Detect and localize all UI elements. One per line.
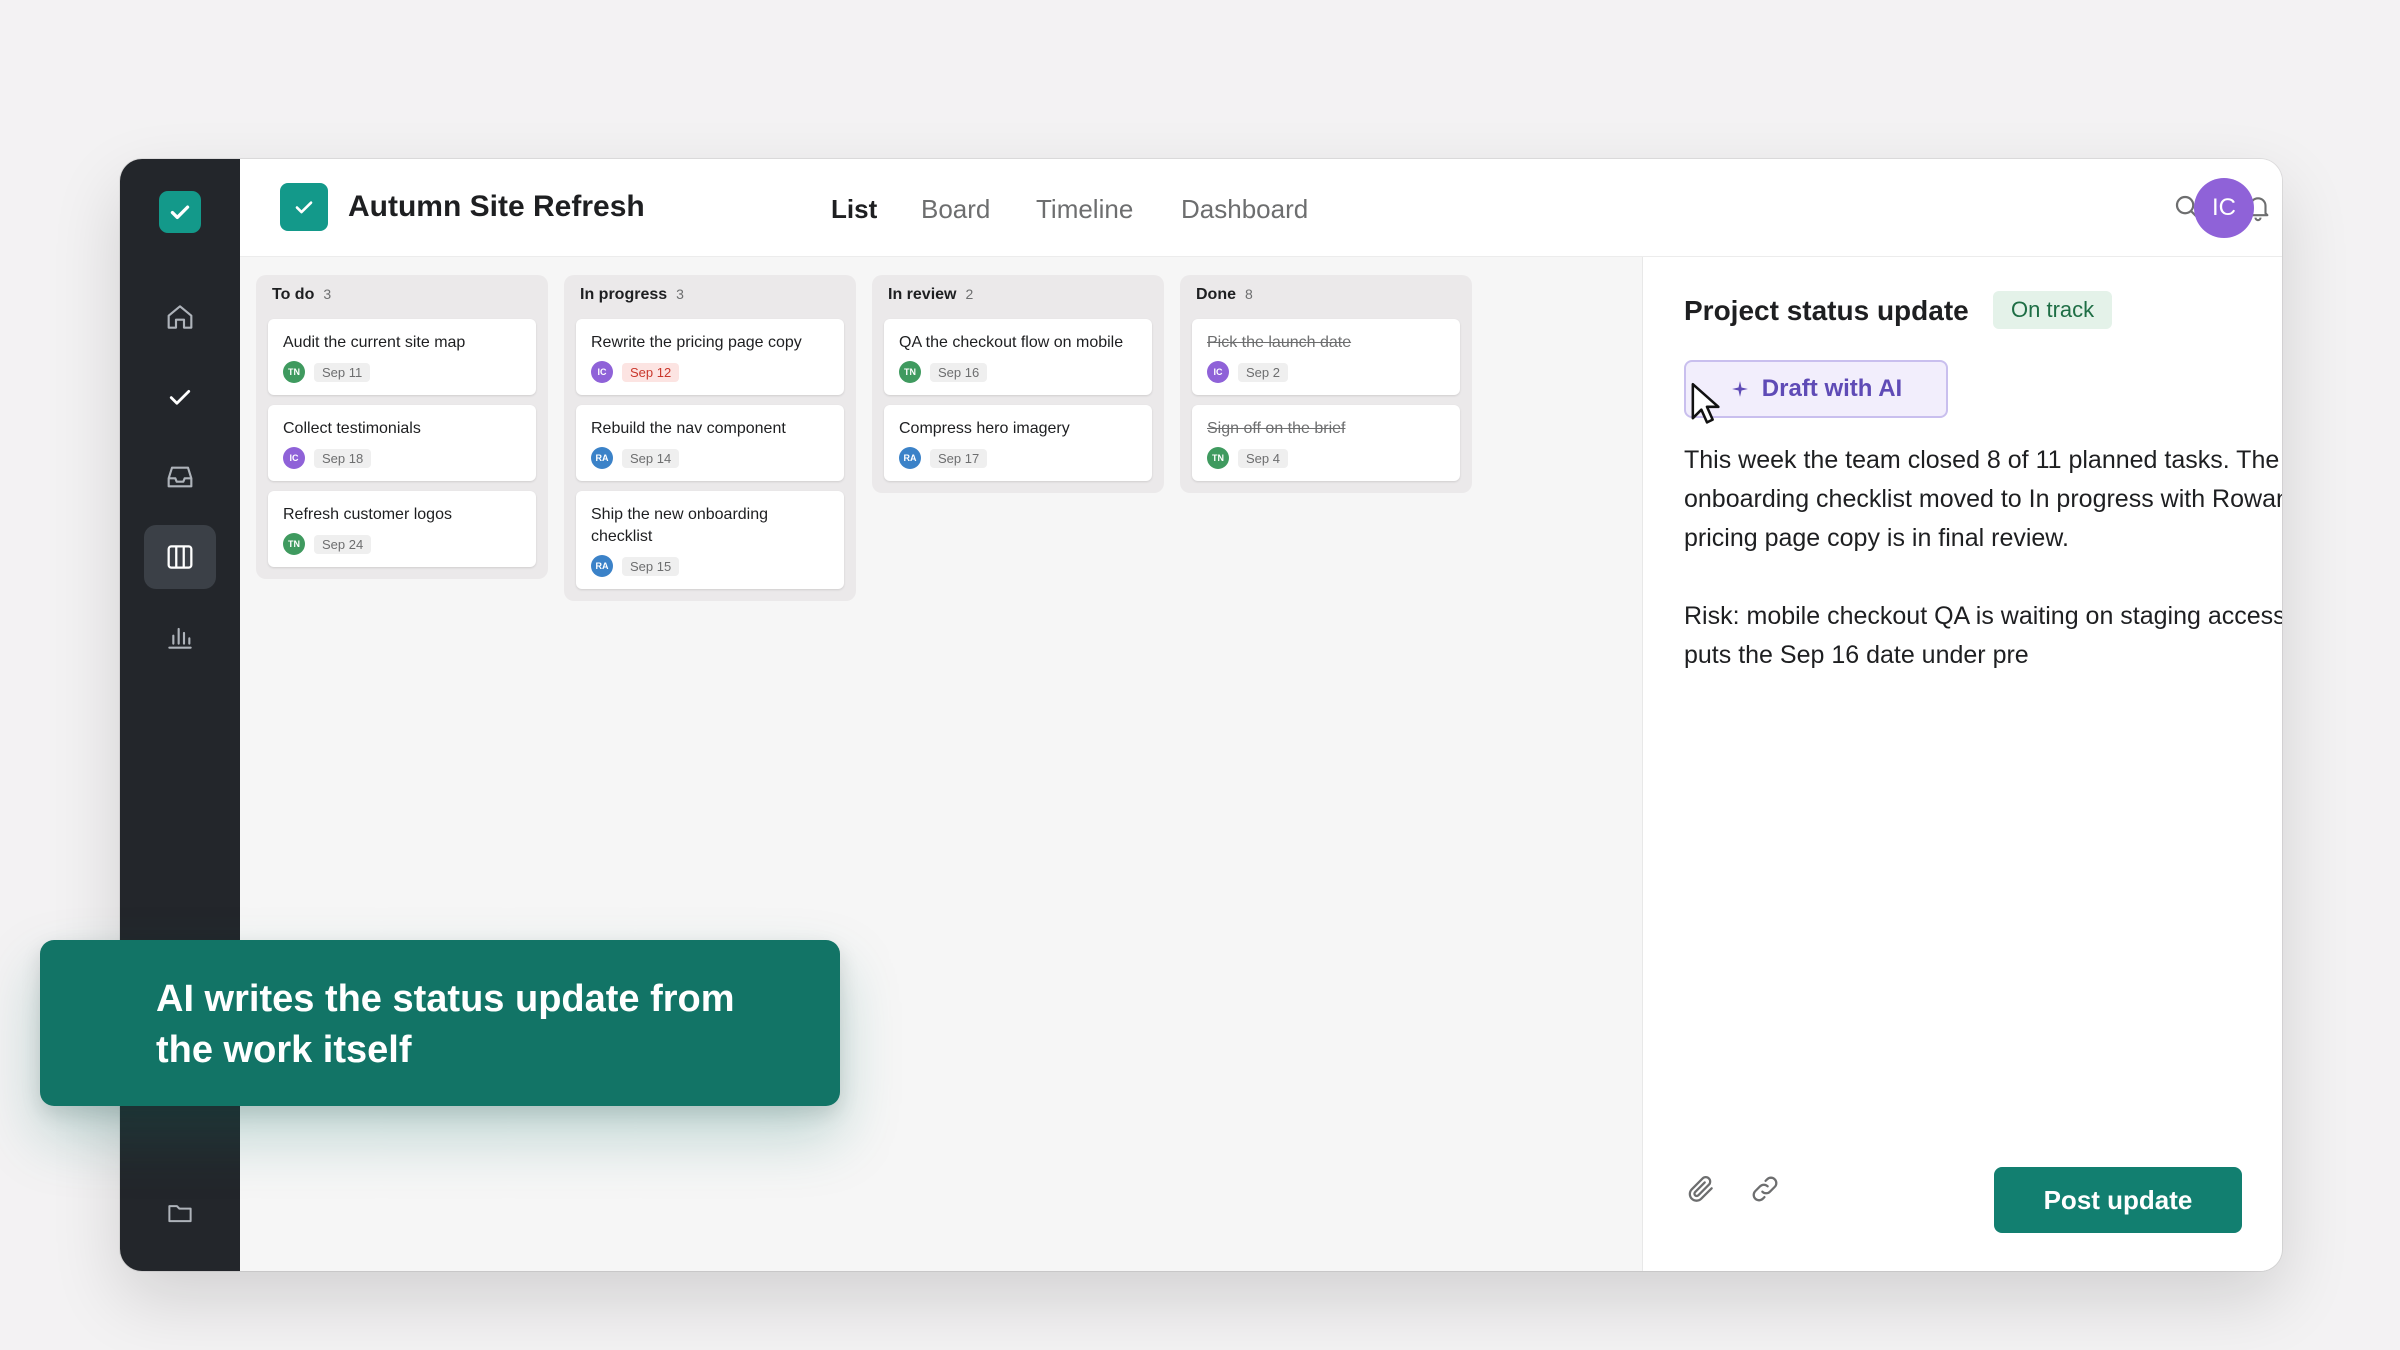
user-avatar[interactable]: IC [2194, 178, 2254, 238]
assignee-avatar: TN [283, 533, 305, 555]
task-title: Ship the new onboarding checklist [591, 506, 769, 545]
due-date: Sep 14 [622, 448, 680, 468]
column-name: In progress [580, 286, 668, 303]
assignee-avatar: TN [899, 361, 921, 383]
column-count: 3 [676, 286, 684, 302]
column-header: In progress 3 [580, 286, 844, 306]
reporting-icon [168, 627, 192, 649]
assignee-avatar: IC [591, 361, 613, 383]
draft-with-ai-label: Draft with AI [1761, 375, 1903, 402]
column-header: To do 3 [272, 286, 536, 306]
tab-list[interactable]: List [831, 194, 877, 225]
folder-icon [168, 1205, 192, 1223]
sidebar-item-my-tasks[interactable] [144, 365, 216, 429]
check-icon [295, 201, 313, 214]
sidebar-item-inbox[interactable] [144, 445, 216, 509]
task-title: Rebuild the nav component [591, 420, 786, 437]
mouse-cursor-icon [1691, 382, 1720, 424]
assignee-avatar: IC [283, 447, 305, 469]
assignee-avatar: IC [1207, 361, 1229, 383]
status-badge[interactable]: On track [1993, 291, 2113, 329]
task-card[interactable]: QA the checkout flow on mobile TN Sep 16 [884, 319, 1152, 395]
sidebar-item-home[interactable] [144, 285, 216, 349]
board-view: To do 3 Audit the current site map TN Sep … [240, 257, 1642, 1271]
check-logo-icon [170, 205, 190, 220]
tab-board[interactable]: Board [921, 194, 990, 225]
update-paragraph: This week the team closed 8 of 11 planne… [1684, 446, 2282, 552]
due-date: Sep 16 [930, 362, 988, 382]
link-button[interactable] [1745, 1169, 1785, 1209]
column-count: 2 [965, 286, 974, 302]
tab-timeline[interactable]: Timeline [1036, 194, 1133, 225]
assignee-avatar: RA [591, 447, 613, 469]
task-card[interactable]: Compress hero imagery RA Sep 17 [884, 405, 1152, 481]
task-title: Pick the launch date [1207, 334, 1352, 351]
task-title: Audit the current site map [283, 334, 466, 351]
task-card[interactable]: Rewrite the pricing page copy IC Sep 12 [576, 319, 844, 395]
task-card[interactable]: Collect testimonials IC Sep 18 [268, 405, 536, 481]
column-header: In review 2 [888, 286, 1152, 306]
sidebar-item-projects[interactable] [144, 1181, 216, 1245]
column-in-review: In review 2 QA the checkout flow on mobil… [872, 275, 1164, 493]
column-header: Done 8 [1196, 286, 1460, 306]
task-title: Rewrite the pricing page copy [591, 334, 802, 351]
column-to-do: To do 3 Audit the current site map TN Sep … [256, 275, 548, 579]
column-count: 3 [323, 286, 332, 302]
sidebar-item-reporting[interactable] [144, 605, 216, 669]
status-update-editor[interactable]: This week the team closed 8 of 11 planne… [1684, 441, 2282, 675]
due-date-overdue: Sep 12 [622, 362, 680, 382]
due-date: Sep 18 [314, 448, 372, 468]
column-name: To do [272, 286, 315, 303]
assignee-avatar: TN [1207, 447, 1229, 469]
column-name: Done [1196, 286, 1236, 303]
project-title: Autumn Site Refresh [348, 190, 645, 223]
task-title: QA the checkout flow on mobile [899, 334, 1124, 351]
feature-caption: AI writes the status update from the wor… [40, 940, 840, 1106]
board-icon [167, 545, 193, 569]
due-date: Sep 15 [622, 556, 680, 576]
sidebar-item-board[interactable] [144, 525, 216, 589]
paperclip-icon [1688, 1176, 1713, 1202]
task-title: Refresh customer logos [283, 506, 452, 523]
update-paragraph: Risk: mobile checkout QA is waiting on s… [1684, 602, 2282, 669]
due-date: Sep 2 [1238, 362, 1288, 382]
due-date: Sep 17 [930, 448, 988, 468]
due-date: Sep 4 [1238, 448, 1288, 468]
status-update-panel: Project status update On track Draft wit… [1642, 257, 2282, 1271]
due-date: Sep 24 [314, 534, 372, 554]
check-icon [169, 390, 191, 405]
post-update-button[interactable]: Post update [1994, 1167, 2242, 1233]
column-done: Done 8 Pick the launch date IC Sep 2 Sign … [1180, 275, 1472, 493]
task-card[interactable]: Ship the new onboarding checklist RA Sep … [576, 491, 844, 589]
app-logo[interactable] [159, 191, 201, 233]
task-card[interactable]: Rebuild the nav component RA Sep 14 [576, 405, 844, 481]
task-card[interactable]: Pick the launch date IC Sep 2 [1192, 319, 1460, 395]
assignee-avatar: TN [283, 361, 305, 383]
assignee-avatar: RA [899, 447, 921, 469]
task-title: Compress hero imagery [899, 420, 1070, 437]
sparkle-icon [1731, 381, 1748, 397]
task-card[interactable]: Sign off on the brief TN Sep 4 [1192, 405, 1460, 481]
top-bar: Autumn Site Refresh List Board Timeline … [240, 159, 2282, 257]
task-card[interactable]: Refresh customer logos TN Sep 24 [268, 491, 536, 567]
attach-button[interactable] [1681, 1169, 1721, 1209]
assignee-avatar: RA [591, 555, 613, 577]
panel-title: Project status update [1684, 295, 1969, 326]
home-icon [167, 305, 193, 329]
task-title: Collect testimonials [283, 420, 421, 437]
column-count: 8 [1245, 286, 1253, 302]
due-date: Sep 11 [314, 362, 371, 382]
project-icon [280, 183, 328, 231]
tab-dashboard[interactable]: Dashboard [1181, 194, 1308, 225]
column-name: In review [888, 286, 957, 303]
column-in-progress: In progress 3 Rewrite the pricing page co… [564, 275, 856, 601]
link-icon [1752, 1176, 1778, 1202]
task-title: Sign off on the brief [1207, 420, 1346, 437]
task-card[interactable]: Audit the current site map TN Sep 11 [268, 319, 536, 395]
inbox-icon [167, 466, 193, 488]
